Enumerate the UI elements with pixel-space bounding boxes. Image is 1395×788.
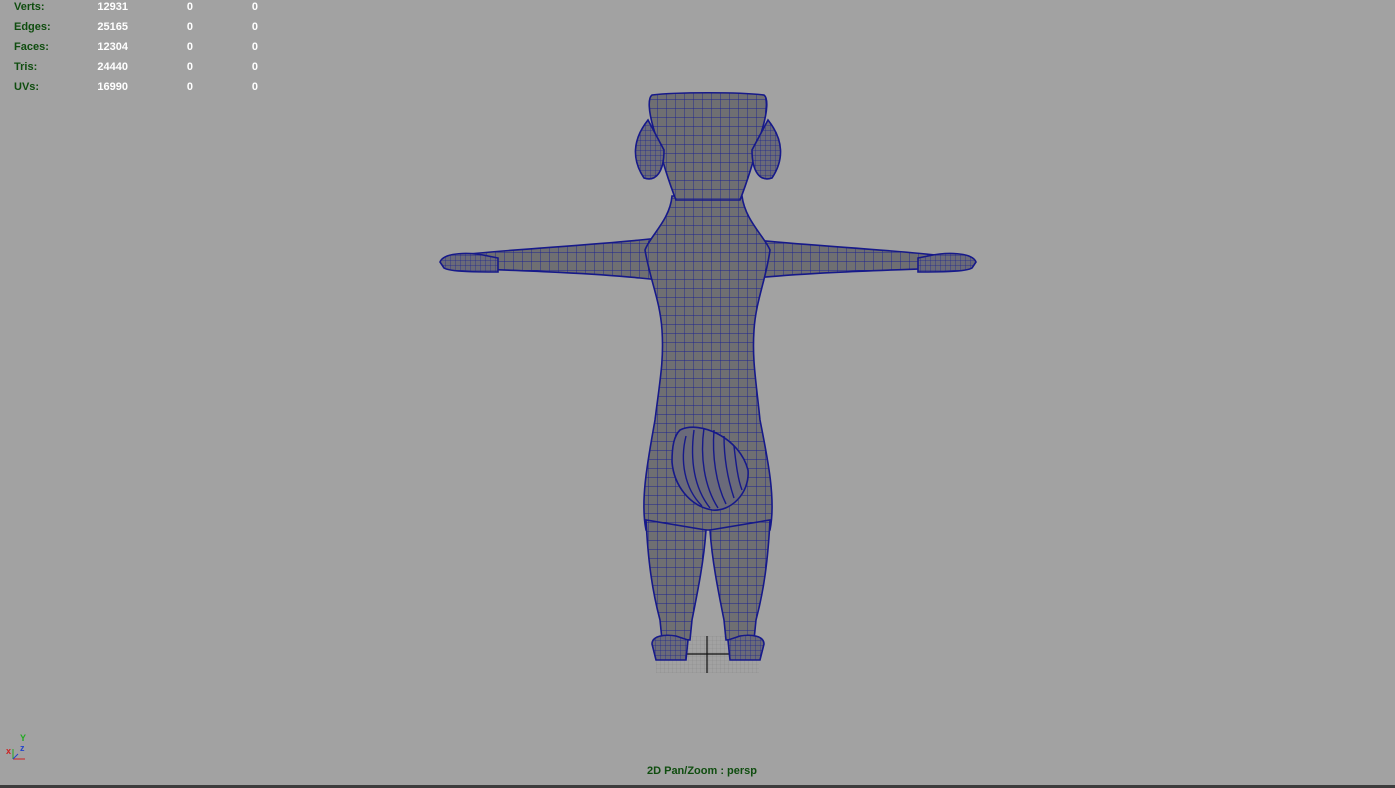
camera-label: 2D Pan/Zoom : persp xyxy=(646,765,758,777)
axis-z-label: z xyxy=(20,743,25,753)
axis-y-label: Y xyxy=(20,733,27,743)
mesh-body xyxy=(439,91,977,661)
3d-viewport[interactable]: Verts: 12931 0 0 Edges: 25165 0 0 Faces:… xyxy=(0,0,1395,785)
axis-x-label: x xyxy=(6,746,12,756)
character-mesh[interactable] xyxy=(0,0,1395,785)
